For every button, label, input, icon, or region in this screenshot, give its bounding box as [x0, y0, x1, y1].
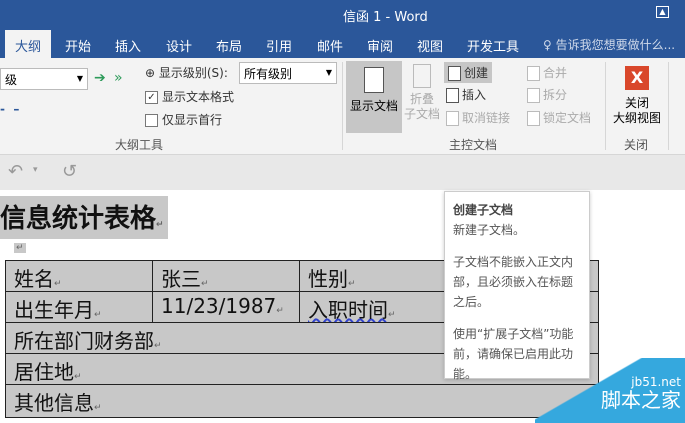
create-button[interactable]: 创建: [444, 62, 493, 83]
tab-mailings[interactable]: 邮件: [317, 36, 343, 55]
split-icon: [527, 88, 540, 103]
lock-icon: [527, 111, 540, 126]
master-document-group-label: 主控文档: [449, 138, 498, 152]
close-outline-view-button[interactable]: X 关闭 大纲视图: [608, 66, 666, 126]
redo-icon[interactable]: ↺: [62, 161, 77, 182]
tab-references[interactable]: 引用: [266, 36, 292, 55]
unlink-button[interactable]: 取消链接: [446, 109, 510, 126]
show-document-button[interactable]: 显示文档: [346, 61, 402, 133]
paragraph-mark: ↵: [14, 243, 26, 253]
table-cell[interactable]: 11/23/1987↵: [152, 291, 300, 323]
watermark-logo: jb51.net 脚本之家: [535, 358, 685, 423]
close-x-icon: X: [625, 66, 649, 90]
insert-button[interactable]: 插入: [446, 86, 486, 103]
split-button[interactable]: 拆分: [527, 86, 567, 103]
insert-icon: [446, 88, 459, 103]
table-cell[interactable]: 姓名↵: [5, 260, 153, 292]
create-icon: [448, 66, 461, 81]
table-cell[interactable]: 其他信息↵: [5, 384, 599, 418]
tab-review[interactable]: 审阅: [367, 36, 393, 55]
title-bar: 信函 1 - Word ▲: [0, 0, 685, 30]
undo-icon[interactable]: ↶: [8, 161, 23, 182]
document-heading[interactable]: 信息统计表格↵: [0, 196, 168, 239]
show-first-line-checkbox[interactable]: 仅显示首行: [145, 111, 222, 128]
tab-outline[interactable]: 大纲: [5, 30, 52, 58]
tab-view[interactable]: 视图: [417, 36, 443, 55]
tab-home[interactable]: 开始: [65, 36, 91, 55]
show-level-select[interactable]: 所有级别 ▼: [239, 62, 337, 84]
window-title: 信函 1 - Word: [343, 10, 428, 25]
collapse-icon[interactable]: - –: [0, 102, 19, 116]
collapse-subdocuments-button[interactable]: 折叠 子文档: [403, 64, 441, 122]
table-cell[interactable]: 出生年月↵: [5, 291, 153, 323]
document-icon: [364, 67, 384, 93]
table-cell[interactable]: 张三↵: [152, 260, 300, 292]
undo-dropdown-icon[interactable]: ▾: [33, 165, 38, 175]
close-group-label: 关闭: [624, 138, 649, 152]
show-level-label: ⊕ 显示级别(S):: [145, 66, 228, 80]
tab-insert[interactable]: 插入: [115, 36, 141, 55]
ribbon: 级 ▼ ➔ » - – ⊕ 显示级别(S): 所有级别 ▼ ✓ 显示文本格式 仅显示首…: [0, 58, 685, 155]
lock-document-button[interactable]: 锁定文档: [527, 109, 591, 126]
unlink-icon: [446, 111, 459, 126]
demote-arrow-icon[interactable]: ➔: [94, 70, 106, 86]
tab-layout[interactable]: 布局: [216, 36, 242, 55]
outline-level-select[interactable]: 级 ▼: [0, 68, 88, 90]
merge-icon: [527, 66, 540, 81]
ribbon-tabs: 大纲 开始 插入 设计 布局 引用 邮件 审阅 视图 开发工具 ♀ 告诉我您想要…: [0, 30, 685, 58]
merge-button[interactable]: 合并: [527, 64, 567, 81]
outline-tools-group-label: 大纲工具: [115, 138, 164, 152]
demote-to-body-icon[interactable]: »: [114, 70, 123, 86]
create-subdocument-tooltip: 创建子文档 新建子文档。 子文档不能嵌入正文内部，且必须嵌入在标题之后。 使用“…: [444, 191, 590, 381]
quick-access-bar: ↶ ▾ ↺: [0, 155, 685, 190]
tab-developer[interactable]: 开发工具: [467, 36, 519, 55]
tab-design[interactable]: 设计: [166, 36, 192, 55]
tell-me-box[interactable]: ♀ 告诉我您想要做什么...: [543, 36, 675, 53]
collapse-doc-icon: [413, 64, 431, 88]
lightbulb-icon: ♀: [543, 38, 552, 52]
ribbon-display-icon[interactable]: ▲: [656, 6, 669, 18]
show-text-format-checkbox[interactable]: ✓ 显示文本格式: [145, 88, 234, 105]
